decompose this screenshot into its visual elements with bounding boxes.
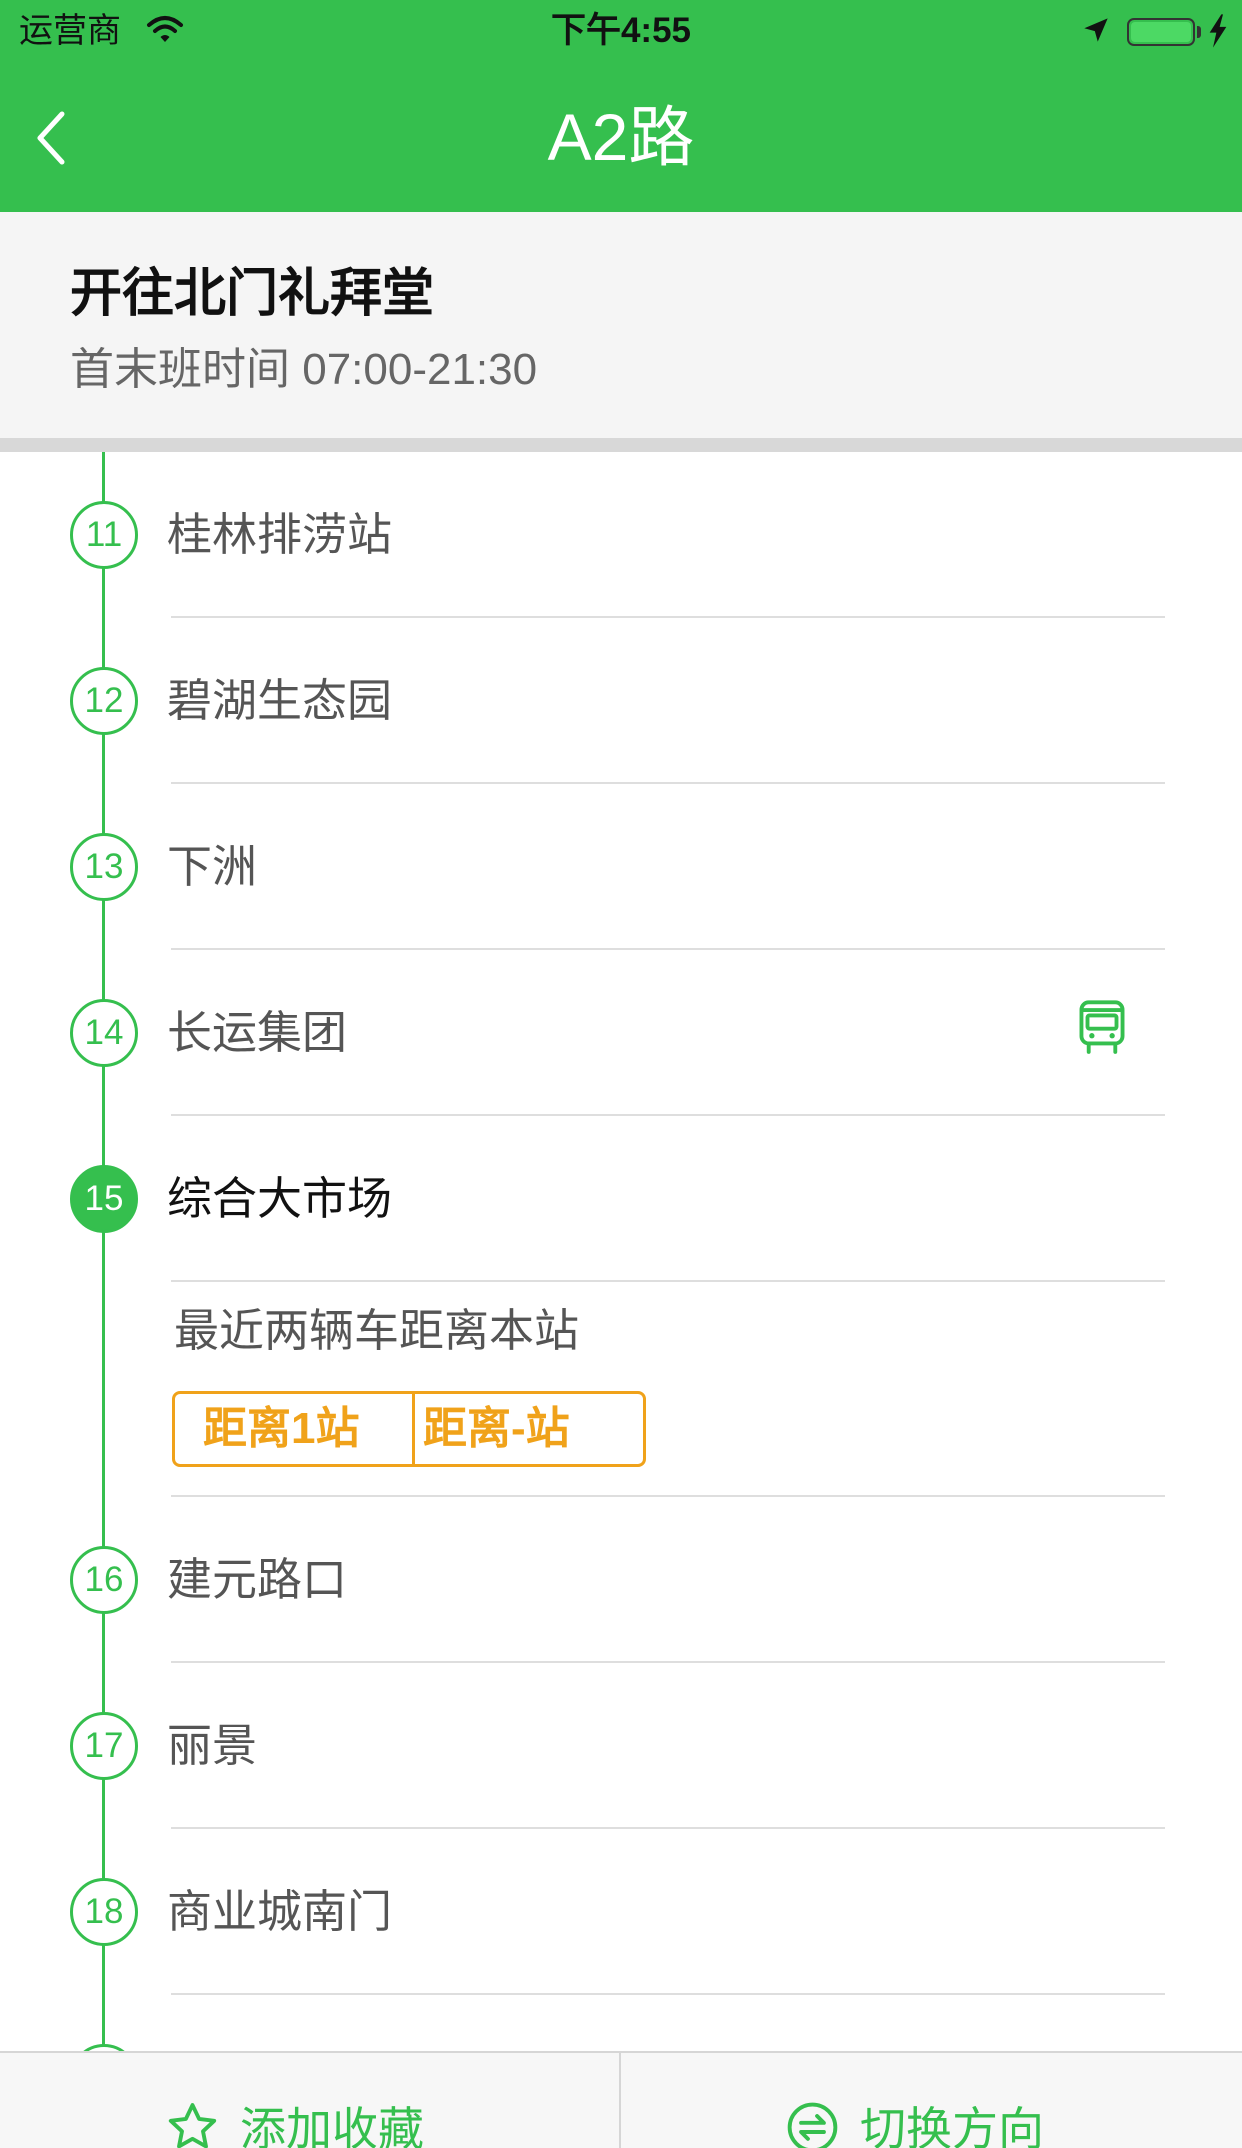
add-favorite-button[interactable]: 添加收藏 bbox=[0, 2053, 619, 2148]
station-row[interactable]: 13 下洲 bbox=[0, 784, 1242, 950]
second-bus-distance: 距离-站 bbox=[423, 1404, 570, 1453]
station-name: 下洲 bbox=[167, 841, 258, 892]
station-name: 长运集团 bbox=[167, 1007, 348, 1058]
station-number-badge: 16 bbox=[70, 1546, 138, 1614]
charging-bolt-icon bbox=[1209, 14, 1227, 48]
battery-level bbox=[1131, 22, 1191, 42]
arrival-info: 最近两辆车距离本站 距离1站 距离-站 bbox=[0, 1282, 1242, 1497]
station-name: 商业城南门 bbox=[167, 1886, 393, 1937]
station-row[interactable]: 11 桂林排涝站 bbox=[0, 452, 1242, 618]
station-number-badge: 14 bbox=[70, 999, 138, 1067]
station-number-badge: 13 bbox=[70, 833, 138, 901]
route-direction: 开往北门礼拜堂 bbox=[70, 265, 435, 323]
station-number-badge: 17 bbox=[70, 1712, 138, 1780]
switch-direction-label: 切换方向 bbox=[860, 2106, 1044, 2148]
status-time: 下午4:55 bbox=[550, 11, 692, 50]
station-name: 桂林排涝站 bbox=[167, 509, 393, 560]
swap-direction-icon bbox=[787, 2102, 838, 2148]
first-bus-distance: 距离1站 bbox=[175, 1394, 415, 1464]
battery-nub bbox=[1197, 26, 1201, 38]
header-divider bbox=[0, 438, 1242, 452]
station-row[interactable]: 12 碧湖生态园 bbox=[0, 618, 1242, 784]
carrier-name: 运营商 bbox=[19, 12, 121, 50]
station-name: 丽景 bbox=[167, 1720, 258, 1771]
station-number-badge: 18 bbox=[70, 1878, 138, 1946]
station-name: 建元路口 bbox=[167, 1554, 348, 1605]
station-row[interactable]: 14 长运集团 bbox=[0, 950, 1242, 1116]
chevron-left-icon[interactable] bbox=[30, 106, 74, 170]
station-name: 碧湖生态园 bbox=[167, 675, 393, 726]
arrival-label: 最近两辆车距离本站 bbox=[174, 1305, 580, 1356]
station-name: 综合大市场 bbox=[167, 1173, 393, 1224]
station-number-badge: 15 bbox=[70, 1165, 138, 1233]
wifi-icon bbox=[147, 16, 183, 42]
schedule-label: 首末班时间 bbox=[70, 345, 290, 394]
location-arrow-icon bbox=[1084, 18, 1108, 42]
bus-icon bbox=[1079, 1000, 1125, 1054]
top-bar: 运营商 下午4:55 A2路 bbox=[0, 0, 1242, 212]
station-row[interactable]: 17 丽景 bbox=[0, 1663, 1242, 1829]
star-icon bbox=[168, 2103, 217, 2148]
arrival-distance-box: 距离1站 距离-站 bbox=[172, 1391, 646, 1467]
station-number-badge: 11 bbox=[70, 501, 138, 569]
station-row[interactable]: 16 建元路口 bbox=[0, 1497, 1242, 1663]
station-row[interactable]: 18 商业城南门 bbox=[0, 1829, 1242, 1995]
route-schedule: 首末班时间 07:00-21:30 bbox=[70, 345, 537, 395]
bus-line-screen: 运营商 下午4:55 A2路 开往北门礼拜堂 首末班时间 07:00-21:30… bbox=[0, 0, 1242, 2148]
battery-icon bbox=[1127, 18, 1195, 46]
station-number-badge: 12 bbox=[70, 667, 138, 735]
page-title: A2路 bbox=[547, 100, 695, 174]
station-row-current[interactable]: 15 综合大市场 bbox=[0, 1116, 1242, 1282]
schedule-hours: 07:00-21:30 bbox=[302, 345, 538, 394]
route-header: 开往北门礼拜堂 首末班时间 07:00-21:30 bbox=[0, 212, 1242, 438]
add-favorite-label: 添加收藏 bbox=[240, 2106, 424, 2148]
bottom-toolbar: 添加收藏 切换方向 bbox=[0, 2051, 1242, 2148]
switch-direction-button[interactable]: 切换方向 bbox=[621, 2053, 1242, 2148]
